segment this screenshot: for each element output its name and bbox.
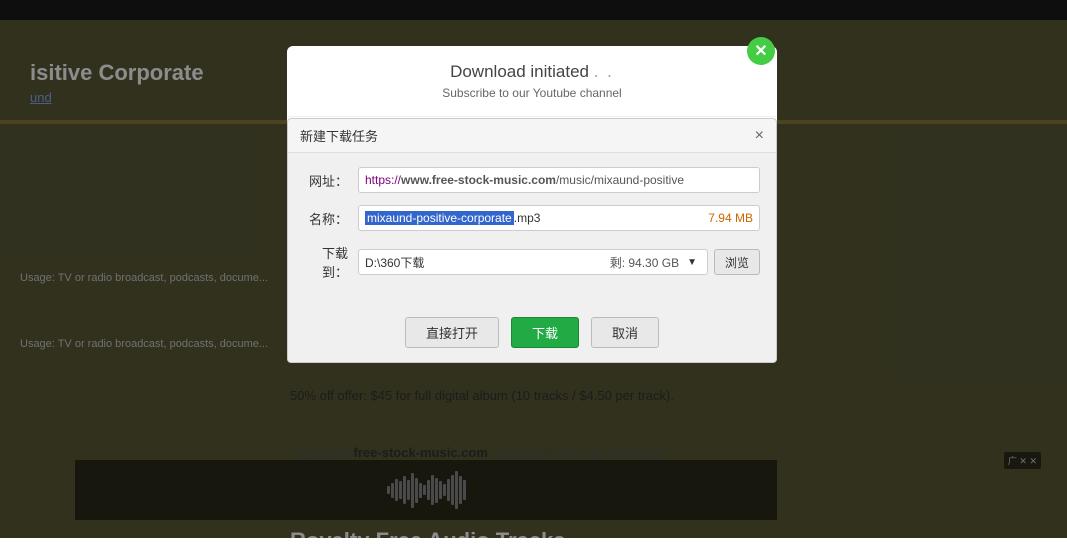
download-initiated-title: Download initiated . . xyxy=(303,62,761,82)
filename-label: 名称： xyxy=(304,209,348,228)
dialog-title: 新建下载任务 xyxy=(300,126,378,145)
path-label: 下载到： xyxy=(304,243,348,281)
subscribe-text: Subscribe to our Youtube channel xyxy=(303,86,761,100)
path-dropdown-button[interactable]: ▼ xyxy=(683,257,701,268)
loading-dots: . . xyxy=(594,62,614,81)
modal-close-button[interactable]: ✕ xyxy=(747,37,775,65)
url-host: www.free-stock-music.com xyxy=(401,173,556,187)
browse-button[interactable]: 浏览 xyxy=(714,249,760,275)
dialog-footer: 直接打开 下载 取消 xyxy=(288,307,776,362)
filename-highlighted: mixaund-positive-corporate xyxy=(365,211,514,225)
url-row: 网址： https:// www.free-stock-music.com /m… xyxy=(304,167,760,193)
dialog-titlebar: 新建下载任务 × xyxy=(288,119,776,153)
url-path: /music/mixaund-positive xyxy=(556,173,684,187)
dialog-close-button[interactable]: × xyxy=(755,128,764,144)
modal-header: Download initiated . . Subscribe to our … xyxy=(287,46,777,117)
filename-row: 名称： mixaund-positive-corporate .mp3 7.94… xyxy=(304,205,760,231)
chinese-download-dialog: 新建下载任务 × 网址： https:// www.free-stock-mus… xyxy=(287,118,777,363)
path-value: D:\360下载 xyxy=(365,254,606,271)
download-button[interactable]: 下载 xyxy=(511,317,579,348)
filename-input[interactable]: mixaund-positive-corporate .mp3 7.94 MB xyxy=(358,205,760,231)
url-input[interactable]: https:// www.free-stock-music.com /music… xyxy=(358,167,760,193)
dialog-body: 网址： https:// www.free-stock-music.com /m… xyxy=(288,153,776,307)
filesize: 7.94 MB xyxy=(708,211,753,225)
url-label: 网址： xyxy=(304,171,348,190)
filename-ext: .mp3 xyxy=(514,211,541,225)
path-row: 下载到： D:\360下载 剩: 94.30 GB ▼ 浏览 xyxy=(304,243,760,281)
open-directly-button[interactable]: 直接打开 xyxy=(405,317,499,348)
path-input[interactable]: D:\360下载 剩: 94.30 GB ▼ xyxy=(358,249,708,275)
disk-free: 剩: 94.30 GB xyxy=(610,254,679,271)
url-scheme: https:// xyxy=(365,173,401,187)
cancel-button[interactable]: 取消 xyxy=(591,317,659,348)
